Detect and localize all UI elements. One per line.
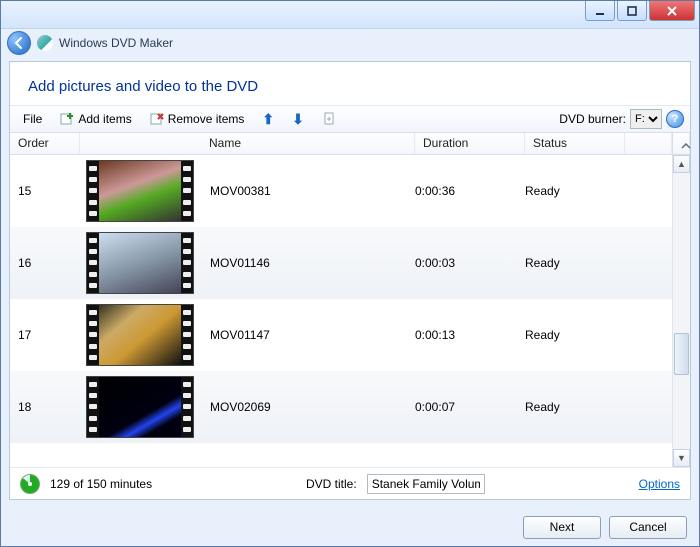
col-scroll-header bbox=[672, 133, 690, 154]
remove-items-label: Remove items bbox=[168, 112, 245, 126]
chevron-up-icon bbox=[681, 141, 691, 151]
toolbar: File Add items Remove items ⬆ ⬇ bbox=[10, 105, 690, 133]
close-icon bbox=[665, 4, 679, 18]
client-area: Add pictures and video to the DVD File A… bbox=[9, 61, 691, 500]
minimize-icon bbox=[593, 4, 607, 18]
minutes-used-label: 129 of 150 minutes bbox=[50, 477, 152, 491]
arrow-up-icon: ⬆ bbox=[262, 111, 274, 128]
cell-duration: 0:00:36 bbox=[415, 184, 525, 198]
cell-name: MOV01147 bbox=[210, 328, 415, 342]
dvd-title-input[interactable] bbox=[367, 474, 485, 494]
filmstrip-thumb bbox=[86, 304, 194, 366]
cell-name: MOV00381 bbox=[210, 184, 415, 198]
table-row[interactable]: 16 MOV011460:00:03Ready bbox=[10, 227, 672, 299]
rows-container: 15MOV003810:00:36Ready16MOV011460:00:03R… bbox=[10, 155, 672, 467]
cell-order: 17 bbox=[10, 328, 80, 342]
cell-status: Ready bbox=[525, 400, 625, 414]
cell-duration: 0:00:07 bbox=[415, 400, 525, 414]
help-icon: ? bbox=[672, 113, 679, 125]
scroll-down-button[interactable]: ▼ bbox=[673, 449, 690, 467]
file-menu[interactable]: File bbox=[16, 109, 49, 129]
cell-order: 15 bbox=[10, 184, 80, 198]
vertical-scrollbar[interactable]: ▲ ▼ bbox=[672, 155, 690, 467]
cell-name: MOV01146 bbox=[210, 256, 415, 270]
dvd-burner-label: DVD burner: bbox=[559, 112, 626, 126]
navbar: Windows DVD Maker bbox=[1, 29, 699, 57]
table-row[interactable]: 17 MOV011470:00:13Ready bbox=[10, 299, 672, 371]
cell-order: 16 bbox=[10, 256, 80, 270]
cell-thumbnail bbox=[80, 376, 210, 438]
footer-bar: 129 of 150 minutes DVD title: Options bbox=[10, 467, 690, 499]
maximize-icon bbox=[625, 4, 639, 18]
window-frame: Windows DVD Maker Add pictures and video… bbox=[0, 0, 700, 547]
cell-thumbnail bbox=[80, 304, 210, 366]
other-tool-button[interactable] bbox=[315, 109, 343, 129]
list-body: 15MOV003810:00:36Ready16MOV011460:00:03R… bbox=[10, 155, 690, 467]
titlebar bbox=[1, 1, 699, 29]
dvd-title-label: DVD title: bbox=[306, 477, 357, 491]
maximize-button[interactable] bbox=[617, 1, 647, 21]
sheet-icon bbox=[322, 112, 336, 126]
file-menu-label: File bbox=[23, 112, 42, 126]
filmstrip-thumb bbox=[86, 376, 194, 438]
button-bar: Next Cancel bbox=[1, 508, 699, 546]
close-button[interactable] bbox=[649, 1, 695, 21]
cell-order: 18 bbox=[10, 400, 80, 414]
move-up-button[interactable]: ⬆ bbox=[255, 108, 281, 131]
arrow-down-icon: ⬇ bbox=[292, 111, 304, 128]
page-heading: Add pictures and video to the DVD bbox=[10, 62, 690, 105]
add-icon bbox=[60, 112, 74, 126]
move-down-button[interactable]: ⬇ bbox=[285, 108, 311, 131]
next-button[interactable]: Next bbox=[523, 516, 601, 539]
scroll-up-button[interactable]: ▲ bbox=[673, 155, 690, 173]
remove-items-button[interactable]: Remove items bbox=[143, 109, 252, 129]
cell-status: Ready bbox=[525, 184, 625, 198]
back-button[interactable] bbox=[7, 31, 31, 55]
scrollbar-track[interactable] bbox=[673, 173, 690, 449]
scrollbar-thumb[interactable] bbox=[674, 333, 689, 375]
filmstrip-thumb bbox=[86, 232, 194, 294]
col-duration-header[interactable]: Duration bbox=[415, 133, 525, 154]
disc-usage-icon bbox=[20, 474, 40, 494]
minimize-button[interactable] bbox=[585, 1, 615, 21]
cell-thumbnail bbox=[80, 160, 210, 222]
table-row[interactable]: 18 MOV020690:00:07Ready bbox=[10, 371, 672, 443]
cancel-button[interactable]: Cancel bbox=[609, 516, 687, 539]
col-order-header[interactable]: Order bbox=[10, 133, 80, 154]
col-status-header[interactable]: Status bbox=[525, 133, 625, 154]
table-row[interactable]: 15 MOV003810:00:36Ready bbox=[10, 155, 672, 227]
col-name-header[interactable]: Name bbox=[209, 136, 241, 151]
cell-name: MOV02069 bbox=[210, 400, 415, 414]
cell-thumbnail bbox=[80, 232, 210, 294]
app-title: Windows DVD Maker bbox=[59, 36, 173, 50]
remove-icon bbox=[150, 112, 164, 126]
col-rest-header bbox=[625, 133, 672, 154]
add-items-label: Add items bbox=[78, 112, 131, 126]
app-icon bbox=[37, 35, 53, 51]
cell-duration: 0:00:13 bbox=[415, 328, 525, 342]
cell-status: Ready bbox=[525, 256, 625, 270]
cell-status: Ready bbox=[525, 328, 625, 342]
options-link[interactable]: Options bbox=[639, 477, 680, 491]
help-button[interactable]: ? bbox=[666, 110, 684, 128]
filmstrip-thumb bbox=[86, 160, 194, 222]
column-headers: Order Name Duration Status bbox=[10, 133, 690, 155]
cell-duration: 0:00:03 bbox=[415, 256, 525, 270]
back-arrow-icon bbox=[12, 36, 26, 50]
add-items-button[interactable]: Add items bbox=[53, 109, 138, 129]
dvd-burner-select[interactable]: F: bbox=[630, 109, 662, 129]
